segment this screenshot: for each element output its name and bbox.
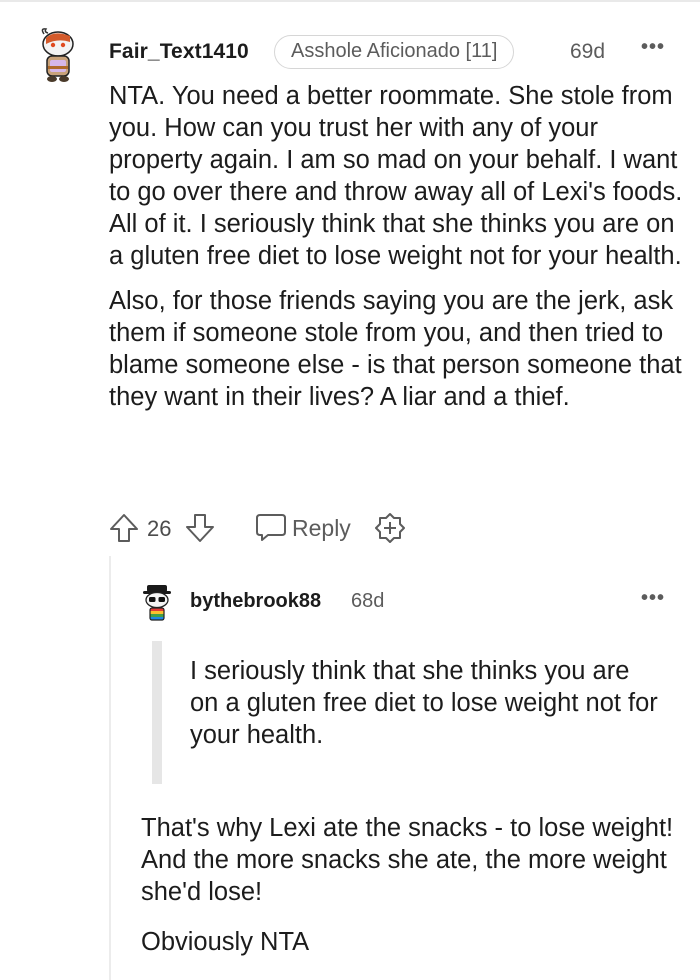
blockquote-text: I seriously think that she thinks you ar… [190,657,658,749]
reply-label[interactable]: Reply [292,515,351,542]
downvote-button[interactable] [184,512,216,549]
user-avatar[interactable] [34,26,84,84]
comment-timestamp: 69d [570,40,606,63]
thread-line[interactable] [109,556,111,980]
reply-timestamp: 68d [351,590,385,612]
snoo-avatar-icon [41,28,74,82]
user-flair-badge: Asshole Aficionado [11] [274,35,515,69]
reply-paragraph: That's why Lexi ate the snacks - to lose… [141,814,674,906]
reply-button[interactable] [254,510,288,549]
reply-user-avatar[interactable] [140,583,174,623]
award-button[interactable] [374,512,406,549]
comment-paragraph: NTA. You need a better roommate. She sto… [109,82,683,270]
upvote-button[interactable] [108,512,140,549]
comment-body: NTA. You need a better roommate. She sto… [109,80,684,426]
top-divider [0,0,700,2]
speech-bubble-icon [256,514,286,541]
comment-username[interactable]: Fair_Text1410 [109,40,249,64]
reply-body: That's why Lexi ate the snacks - to lose… [141,812,681,976]
reply-username[interactable]: bythebrook88 [190,590,321,613]
reply-paragraph: Obviously NTA [141,928,310,956]
downvote-arrow-icon [186,514,214,542]
more-options-icon[interactable]: ••• [641,588,665,608]
vote-score: 26 [147,516,172,541]
comment-paragraph: Also, for those friends saying you are t… [109,287,682,411]
snoo-avatar-icon [143,585,171,621]
upvote-arrow-icon [110,514,138,542]
award-plus-icon [375,513,405,543]
comment-action-bar: 26 Reply [108,510,428,546]
more-options-icon[interactable]: ••• [641,37,665,57]
blockquote-bar [152,641,162,784]
